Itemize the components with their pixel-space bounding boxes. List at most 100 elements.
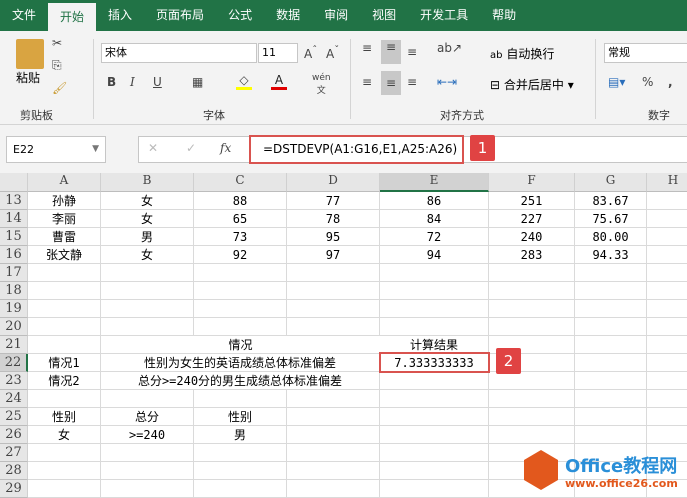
- comma-button[interactable]: ,: [668, 75, 673, 89]
- cell-A15[interactable]: 曹雷: [28, 228, 101, 246]
- cell-D16[interactable]: 97: [287, 246, 380, 264]
- align-top-icon[interactable]: ≡: [362, 41, 372, 55]
- cell-F15[interactable]: 240: [489, 228, 575, 246]
- cell-B14[interactable]: 女: [101, 210, 194, 228]
- column-header-A[interactable]: A: [28, 173, 101, 192]
- column-header-E[interactable]: E: [380, 173, 489, 192]
- cell-F25[interactable]: [489, 408, 575, 426]
- font-size-select[interactable]: 11: [258, 43, 298, 63]
- cell-D14[interactable]: 78: [287, 210, 380, 228]
- cell-B17[interactable]: [101, 264, 194, 282]
- cell-E24[interactable]: [380, 390, 489, 408]
- cell-F26[interactable]: [489, 426, 575, 444]
- cell-D29[interactable]: [287, 480, 380, 498]
- cell-G24[interactable]: [575, 390, 647, 408]
- wrap-text-button[interactable]: ab 自动换行: [490, 45, 554, 62]
- row-header-13[interactable]: 13: [0, 192, 28, 210]
- cell-A25[interactable]: 性别: [28, 408, 101, 426]
- cell-B28[interactable]: [101, 462, 194, 480]
- cell-D26[interactable]: [287, 426, 380, 444]
- cell-D13[interactable]: 77: [287, 192, 380, 210]
- cell-E27[interactable]: [380, 444, 489, 462]
- cell-G21[interactable]: [575, 336, 647, 354]
- phonetic-icon[interactable]: wén 文: [312, 73, 331, 96]
- cell-E15[interactable]: 72: [380, 228, 489, 246]
- cell-B16[interactable]: 女: [101, 246, 194, 264]
- tab-4[interactable]: 公式: [216, 0, 264, 31]
- decrease-font-icon[interactable]: Aˇ: [326, 45, 339, 61]
- cell-G14[interactable]: 75.67: [575, 210, 647, 228]
- cell-F24[interactable]: [489, 390, 575, 408]
- paste-icon[interactable]: [16, 39, 44, 69]
- cell-G18[interactable]: [575, 282, 647, 300]
- cell-D24[interactable]: [287, 390, 380, 408]
- cell-B25[interactable]: 总分: [101, 408, 194, 426]
- cell-A26[interactable]: 女: [28, 426, 101, 444]
- row-header-19[interactable]: 19: [0, 300, 28, 318]
- column-header-F[interactable]: F: [489, 173, 575, 192]
- tab-0[interactable]: 文件: [0, 0, 48, 31]
- column-header-G[interactable]: G: [575, 173, 647, 192]
- cell-B13[interactable]: 女: [101, 192, 194, 210]
- cell-C15[interactable]: 73: [194, 228, 287, 246]
- cell-D15[interactable]: 95: [287, 228, 380, 246]
- cell-C13[interactable]: 88: [194, 192, 287, 210]
- cell-A28[interactable]: [28, 462, 101, 480]
- merged-cell-B22-D22[interactable]: 性别为女生的英语成绩总体标准偏差: [101, 354, 380, 372]
- accounting-format-icon[interactable]: ▤▾: [608, 75, 625, 89]
- cell-G20[interactable]: [575, 318, 647, 336]
- align-right-icon[interactable]: ≡: [407, 75, 417, 89]
- tab-6[interactable]: 审阅: [312, 0, 360, 31]
- cell-B18[interactable]: [101, 282, 194, 300]
- cell-D21[interactable]: [287, 336, 380, 354]
- format-painter-icon[interactable]: 🖌: [52, 81, 67, 95]
- cell-H23[interactable]: [647, 372, 687, 390]
- cell-A19[interactable]: [28, 300, 101, 318]
- copy-icon[interactable]: ⎘: [52, 58, 62, 73]
- tab-9[interactable]: 帮助: [480, 0, 528, 31]
- cell-H18[interactable]: [647, 282, 687, 300]
- align-center-icon[interactable]: ≡: [381, 71, 401, 95]
- row-header-22[interactable]: 22: [0, 354, 28, 372]
- cell-H20[interactable]: [647, 318, 687, 336]
- tab-2[interactable]: 插入: [96, 0, 144, 31]
- number-format-select[interactable]: 常规: [604, 43, 687, 63]
- indent-icon[interactable]: ⇤⇥: [437, 75, 457, 89]
- cell-A21[interactable]: [28, 336, 101, 354]
- cut-icon[interactable]: ✂: [52, 36, 62, 50]
- cell-C21[interactable]: 情况: [194, 336, 287, 354]
- font-color-icon[interactable]: A: [271, 73, 287, 90]
- merge-center-button[interactable]: ⊟ 合并后居中 ▾: [490, 76, 574, 93]
- cell-H15[interactable]: [647, 228, 687, 246]
- tab-7[interactable]: 视图: [360, 0, 408, 31]
- column-header-H[interactable]: H: [647, 173, 687, 192]
- cell-A23[interactable]: 情况2: [28, 372, 101, 390]
- row-header-14[interactable]: 14: [0, 210, 28, 228]
- tab-8[interactable]: 开发工具: [408, 0, 480, 31]
- row-header-29[interactable]: 29: [0, 480, 28, 498]
- increase-font-icon[interactable]: Aˆ: [304, 45, 317, 61]
- cell-G23[interactable]: [575, 372, 647, 390]
- cell-B29[interactable]: [101, 480, 194, 498]
- insert-function-icon[interactable]: fx: [220, 141, 231, 155]
- cell-F23[interactable]: [489, 372, 575, 390]
- cell-F14[interactable]: 227: [489, 210, 575, 228]
- cell-F18[interactable]: [489, 282, 575, 300]
- cell-G22[interactable]: [575, 354, 647, 372]
- cell-E16[interactable]: 94: [380, 246, 489, 264]
- cell-A22[interactable]: 情况1: [28, 354, 101, 372]
- cell-F19[interactable]: [489, 300, 575, 318]
- cell-C16[interactable]: 92: [194, 246, 287, 264]
- row-header-16[interactable]: 16: [0, 246, 28, 264]
- cell-C27[interactable]: [194, 444, 287, 462]
- row-header-28[interactable]: 28: [0, 462, 28, 480]
- row-header-15[interactable]: 15: [0, 228, 28, 246]
- cell-E18[interactable]: [380, 282, 489, 300]
- cell-C17[interactable]: [194, 264, 287, 282]
- column-header-D[interactable]: D: [287, 173, 380, 192]
- cell-E28[interactable]: [380, 462, 489, 480]
- cell-D25[interactable]: [287, 408, 380, 426]
- cell-H13[interactable]: [647, 192, 687, 210]
- cell-D19[interactable]: [287, 300, 380, 318]
- cell-G19[interactable]: [575, 300, 647, 318]
